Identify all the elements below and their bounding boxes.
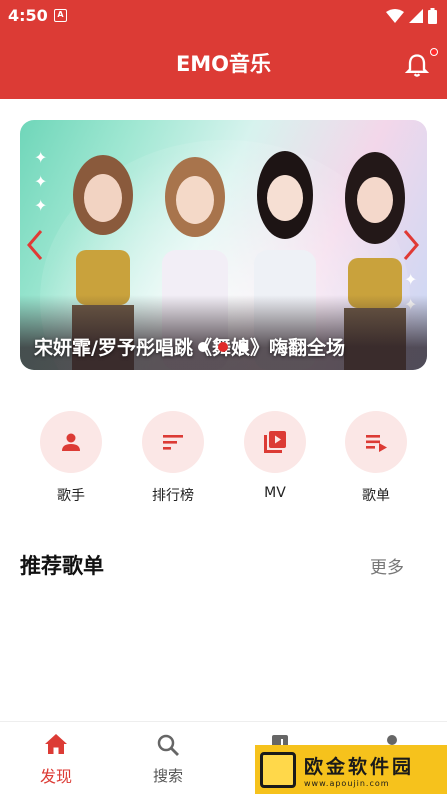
- watermark-url: www.apoujin.com: [304, 778, 390, 788]
- entry-icon-bg: [40, 411, 102, 473]
- sparkle-icon: ✦: [34, 196, 48, 215]
- nav-search[interactable]: 搜索: [138, 732, 198, 786]
- watermark-logo-icon: [260, 751, 296, 788]
- entry-icon-bg: [345, 411, 407, 473]
- entry-label: 排行榜: [152, 488, 194, 504]
- nav-discover[interactable]: 发现: [26, 732, 86, 787]
- chevron-right-icon[interactable]: [400, 228, 422, 262]
- home-icon: [45, 734, 67, 754]
- status-time: 4:50: [8, 6, 48, 25]
- playlist-icon: [366, 435, 387, 452]
- battery-icon: [428, 8, 437, 24]
- system-icons: [386, 8, 437, 24]
- entry-icon-bg: [142, 411, 204, 473]
- entry-mv-button[interactable]: MV: [244, 411, 306, 501]
- app-title: EMO音乐: [175, 52, 272, 76]
- entry-label: 歌手: [57, 488, 85, 504]
- more-link[interactable]: 更多: [370, 553, 404, 578]
- notification-icon: A: [54, 9, 67, 22]
- entry-charts-button[interactable]: 排行榜: [142, 411, 204, 505]
- search-icon: [157, 734, 179, 756]
- entry-icon-bg: [244, 411, 306, 473]
- wifi-icon: [386, 9, 404, 23]
- entry-playlist-button[interactable]: 歌单: [345, 411, 407, 505]
- chevron-left-icon[interactable]: [24, 228, 46, 262]
- ranking-list-icon: [163, 435, 183, 450]
- unread-dot: [430, 48, 438, 56]
- header: 4:50 A EMO音乐: [0, 0, 447, 99]
- section-title: 推荐歌单: [20, 554, 104, 578]
- watermark-text: 欧金软件园: [304, 755, 415, 778]
- app-screen: 4:50 A EMO音乐 ✦ ✦ ✦ ✦ ✦: [0, 0, 447, 794]
- banner-caption: 宋妍霏/罗予彤唱跳《舞娘》嗨翻全场: [34, 337, 345, 359]
- banner-carousel[interactable]: ✦ ✦ ✦ ✦ ✦ 宋妍霏/罗予彤唱: [20, 120, 427, 370]
- nav-label: 发现: [39, 767, 72, 786]
- bell-icon[interactable]: [403, 52, 431, 80]
- entry-label: MV: [264, 485, 286, 501]
- entry-singers-button[interactable]: 歌手: [40, 411, 102, 505]
- sparkle-icon: ✦: [34, 172, 48, 191]
- person-icon: [62, 433, 80, 451]
- signal-icon: [409, 9, 423, 23]
- carousel-dot-active[interactable]: [218, 342, 228, 352]
- carousel-indicator: [198, 342, 248, 352]
- status-bar: 4:50 A: [0, 0, 447, 32]
- entry-label: 歌单: [362, 488, 390, 504]
- nav-label: 搜索: [152, 767, 183, 785]
- carousel-dot[interactable]: [238, 342, 248, 352]
- carousel-dot[interactable]: [198, 342, 208, 352]
- video-library-icon: [264, 431, 286, 453]
- sparkle-icon: ✦: [34, 148, 48, 167]
- watermark: 欧金软件园 www.apoujin.com: [255, 745, 447, 794]
